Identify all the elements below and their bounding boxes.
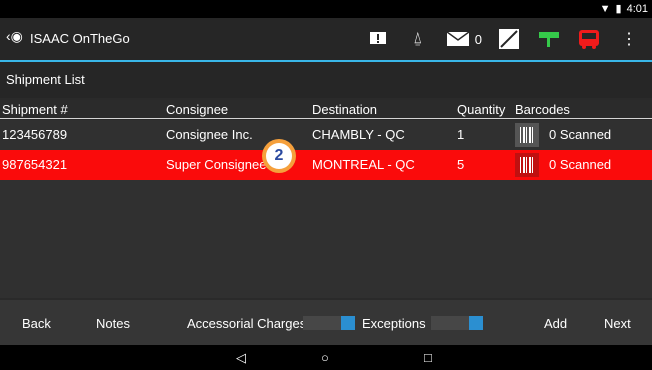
page-title: Shipment List [6, 72, 85, 87]
scanned-count: 0 Scanned [549, 127, 612, 142]
notes-button[interactable]: Notes [96, 316, 130, 331]
consignee: Consignee Inc. [166, 127, 253, 142]
table-row-selected[interactable]: 987654321 Super Consignee MONTREAL - QC … [0, 150, 652, 180]
header-barcodes: Barcodes [515, 102, 570, 117]
step-badge: 2 [262, 139, 296, 173]
status-time: 4:01 [626, 2, 648, 15]
toggle-knob [469, 316, 483, 330]
signature-icon[interactable] [496, 26, 522, 52]
bottom-toolbar: Back Notes Accessorial Charges Exception… [0, 300, 652, 345]
app-bar: ‹◉ ISAAC OnTheGo ⍙ 0 ⋮ [0, 18, 652, 62]
header-quantity: Quantity [457, 102, 506, 117]
scanned-count: 0 Scanned [549, 157, 612, 172]
header-shipment: Shipment # [2, 102, 68, 117]
quantity: 5 [457, 157, 465, 172]
barcode-icon[interactable] [515, 153, 539, 177]
nav-home-icon[interactable]: ○ [321, 350, 329, 365]
alert-icon[interactable] [365, 26, 391, 52]
bell-icon[interactable]: ⍙ [405, 26, 431, 52]
accessorial-charges-toggle[interactable] [303, 316, 355, 330]
list-empty-area [0, 180, 652, 298]
destination: CHAMBLY - QC [312, 127, 405, 142]
status-bar: ▼ ▮ 4:01 [0, 0, 652, 18]
exceptions-toggle[interactable] [431, 316, 483, 330]
accessorial-charges-label: Accessorial Charges [187, 316, 307, 331]
battery-icon: ▮ [615, 3, 622, 15]
header-destination: Destination [312, 102, 378, 117]
toggle-knob [341, 316, 355, 330]
table-header: Shipment # Consignee Destination Quantit… [0, 100, 652, 119]
next-button[interactable]: Next [604, 316, 631, 331]
page-title-bar: Shipment List [0, 62, 652, 98]
destination: MONTREAL - QC [312, 157, 415, 172]
back-button[interactable]: Back [22, 316, 51, 331]
quantity: 1 [457, 127, 465, 142]
wifi-icon: ▼ [599, 2, 611, 15]
nav-recent-icon[interactable]: □ [424, 350, 432, 365]
exceptions-label: Exceptions [362, 316, 426, 331]
overflow-menu-icon[interactable]: ⋮ [616, 26, 642, 52]
shipment-number: 123456789 [2, 127, 68, 142]
nav-back-icon[interactable]: ◁ [236, 350, 246, 366]
header-consignee: Consignee [166, 102, 229, 117]
truck-icon[interactable] [576, 26, 602, 52]
mail-count: 0 [474, 31, 482, 47]
barcode-icon[interactable] [515, 123, 539, 147]
dock-icon[interactable] [536, 26, 562, 52]
system-nav-bar: ◁ ○ □ [0, 345, 652, 370]
mail-icon[interactable] [445, 26, 471, 52]
app-logo-icon[interactable]: ‹◉ [6, 28, 23, 45]
app-title: ISAAC OnTheGo [30, 31, 130, 46]
table-row[interactable]: 123456789 Consignee Inc. CHAMBLY - QC 1 … [0, 120, 652, 150]
add-button[interactable]: Add [544, 316, 567, 331]
consignee: Super Consignee [166, 157, 267, 172]
shipment-number: 987654321 [2, 157, 68, 172]
step-number: 2 [266, 143, 292, 169]
